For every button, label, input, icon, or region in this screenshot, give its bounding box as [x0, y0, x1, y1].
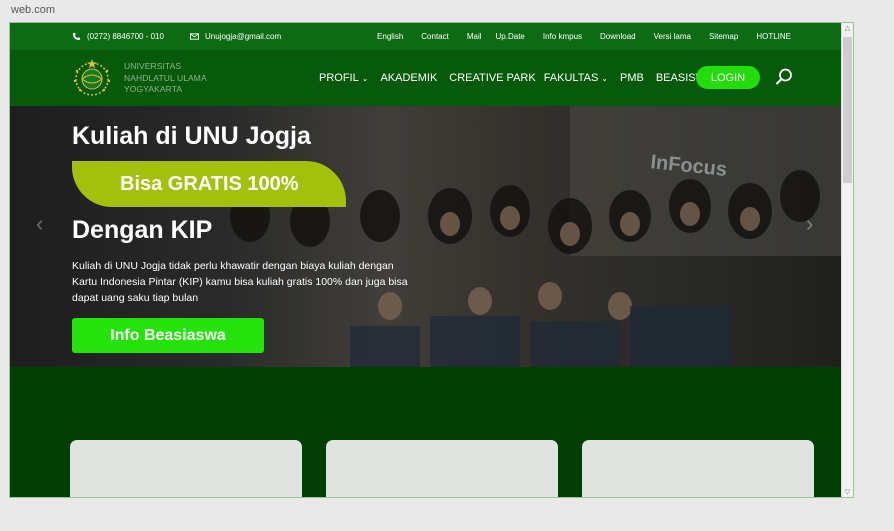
search-icon[interactable] — [774, 67, 794, 87]
scroll-down-arrow-icon[interactable]: ▽ — [842, 487, 853, 497]
login-button[interactable]: LOGIN — [696, 66, 760, 89]
brand-line-1: UNIVERSITAS — [124, 61, 182, 71]
nav-profil[interactable]: PROFIL ⌄ — [319, 72, 368, 84]
university-name[interactable]: UNIVERSITAS NAHDLATUL ULAMA YOGYAKARTA — [124, 61, 207, 96]
hero-title: Kuliah di UNU Jogja — [72, 122, 311, 150]
phone-contact[interactable]: (0272) 8846700 - 010 — [72, 23, 164, 50]
nav-profil-label: PROFIL — [319, 72, 359, 84]
feature-card[interactable] — [582, 440, 814, 497]
hero-highlight-text: Bisa GRATIS 100% — [120, 172, 299, 195]
chevron-down-icon: ⌄ — [601, 73, 608, 83]
scrollbar-thumb[interactable] — [843, 37, 852, 183]
nav-pmb-label: PMB — [620, 72, 644, 84]
scroll-up-arrow-icon[interactable]: △ — [842, 23, 853, 35]
hero-slider: InFocus Kuliah di UNU Jogja Bisa GRATIS … — [10, 106, 843, 367]
url-label: web.com — [11, 4, 56, 16]
hero-description: Kuliah di UNU Jogja tidak perlu khawatir… — [72, 260, 408, 304]
slider-prev-icon[interactable]: ‹ — [36, 211, 43, 237]
toplink-mail[interactable]: Mail — [467, 32, 482, 41]
email-address: Unujogja@gmail.com — [205, 32, 282, 41]
main-menu: PROFIL ⌄ AKADEMIK CREATIVE PARK FAKULTAS… — [319, 50, 725, 106]
university-logo[interactable] — [70, 57, 114, 99]
toplink-english[interactable]: English — [377, 32, 403, 41]
nav-fakultas[interactable]: FAKULTAS ⌄ — [544, 72, 608, 84]
main-navbar: UNIVERSITAS NAHDLATUL ULAMA YOGYAKARTA P… — [10, 50, 843, 106]
feature-card[interactable] — [326, 440, 558, 497]
hero-highlight-banner: Bisa GRATIS 100% — [72, 161, 346, 207]
toplink-versi-lama[interactable]: Versi lama — [654, 32, 691, 41]
nav-creative-park-label: CREATIVE PARK — [449, 72, 536, 84]
features-section — [10, 367, 843, 497]
slider-next-icon[interactable]: › — [806, 211, 813, 237]
nav-fakultas-label: FAKULTAS — [543, 72, 599, 84]
brand-line-3: YOGYAKARTA — [124, 84, 183, 94]
feature-card[interactable] — [70, 440, 302, 497]
top-links: English Contact Mail Up.Date Info kmpus … — [377, 23, 791, 50]
nav-akademik[interactable]: AKADEMIK — [380, 72, 437, 84]
nav-creative-park[interactable]: CREATIVE PARK — [449, 72, 535, 84]
phone-icon — [72, 32, 81, 41]
top-info-bar: (0272) 8846700 - 010 Unujogja@gmail.com … — [10, 23, 843, 50]
mail-icon — [190, 33, 199, 40]
toplink-sitemap[interactable]: Sitemap — [709, 32, 738, 41]
page-viewport: (0272) 8846700 - 010 Unujogja@gmail.com … — [10, 23, 843, 497]
phone-number: (0272) 8846700 - 010 — [87, 32, 164, 41]
toplink-update[interactable]: Up.Date — [496, 32, 525, 41]
hero-subtitle: Dengan KIP — [72, 216, 213, 244]
email-contact[interactable]: Unujogja@gmail.com — [190, 23, 281, 50]
browser-window: (0272) 8846700 - 010 Unujogja@gmail.com … — [9, 22, 854, 498]
toplink-hotline[interactable]: HOTLINE — [756, 32, 791, 41]
brand-line-2: NAHDLATUL ULAMA — [124, 72, 207, 83]
vertical-scrollbar[interactable]: △ ▽ — [841, 23, 853, 497]
chevron-down-icon: ⌄ — [361, 73, 369, 83]
toplink-contact[interactable]: Contact — [421, 32, 449, 41]
toplink-download[interactable]: Download — [600, 32, 636, 41]
nav-pmb[interactable]: PMB — [620, 72, 644, 84]
nav-akademik-label: AKADEMIK — [380, 72, 438, 84]
toplink-info-kampus[interactable]: Info kmpus — [543, 32, 582, 41]
info-beasiswa-button[interactable]: Info Beasiaswa — [72, 318, 264, 353]
